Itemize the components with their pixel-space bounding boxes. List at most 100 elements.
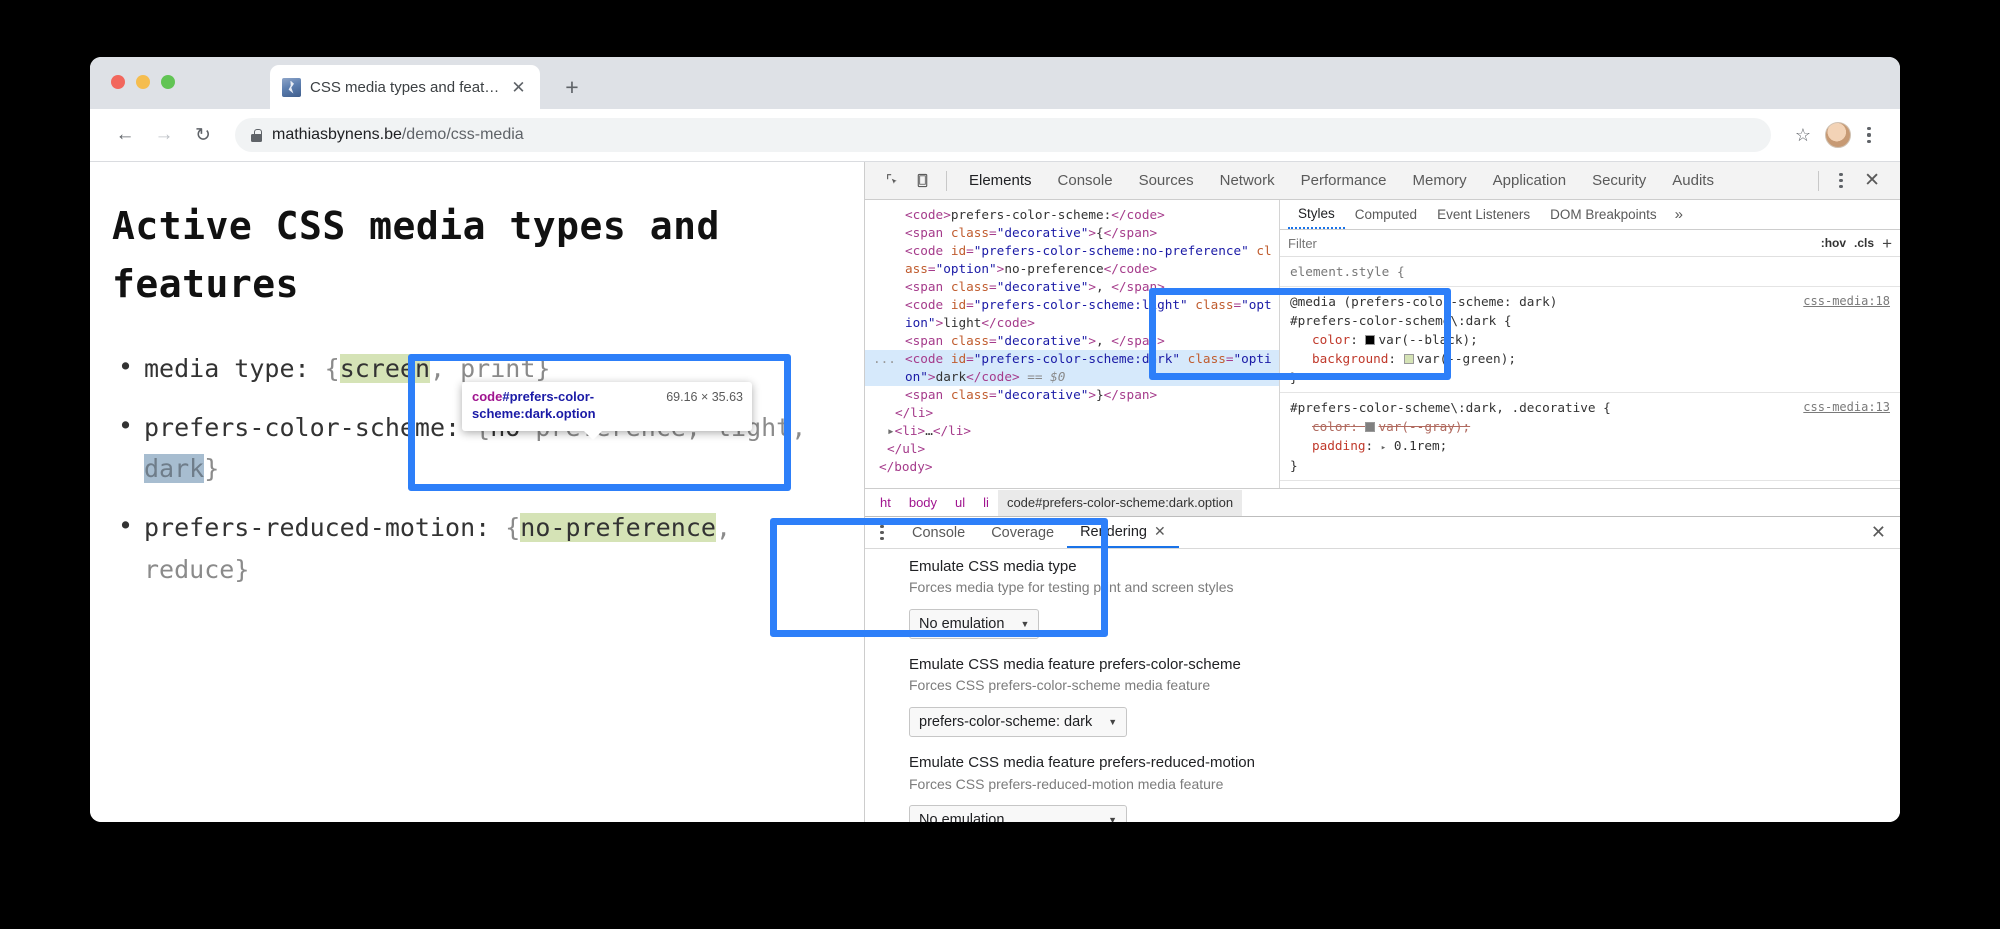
dom-line[interactable]: <code id="prefers-color-scheme:light" cl… (865, 296, 1279, 332)
dom-tree[interactable]: <code>prefers-color-scheme:</code> <span… (865, 200, 1280, 488)
tab-event-listeners[interactable]: Event Listeners (1427, 200, 1540, 229)
dom-line[interactable]: </ul> (865, 440, 1279, 458)
declaration-property[interactable]: color (1312, 419, 1350, 434)
drawer-tab-coverage[interactable]: Coverage (978, 517, 1067, 548)
minimize-window-button[interactable] (136, 75, 150, 89)
inspect-element-icon[interactable] (877, 167, 907, 195)
more-tabs-icon[interactable]: » (1667, 206, 1691, 223)
drawer-close-icon[interactable]: ✕ (1857, 522, 1900, 543)
declaration-value[interactable]: var(--gray); (1378, 419, 1470, 434)
tooltip-selector: code#prefers-color-scheme:dark.option (472, 389, 656, 423)
address-bar[interactable]: mathiasbynens.be/demo/css-media (235, 118, 1771, 152)
style-source-link[interactable]: css-media:18 (1803, 292, 1890, 310)
prefers-reduced-motion-select[interactable]: No emulation▼ (909, 805, 1127, 822)
devtools-toolbar: Elements Console Sources Network Perform… (865, 162, 1900, 200)
rule-selector[interactable]: #prefers-color-scheme\:dark { (1290, 311, 1892, 330)
css-rule-element-style[interactable]: element.style { (1280, 257, 1900, 287)
dom-line-collapsed[interactable]: ▸<li>…</li> (865, 422, 1279, 440)
close-window-button[interactable] (111, 75, 125, 89)
declaration-value[interactable]: var(--black); (1378, 332, 1477, 347)
breadcrumb-item-body[interactable]: body (900, 490, 946, 516)
declaration-value[interactable]: 0.1rem; (1394, 438, 1447, 453)
declaration[interactable]: color: var(--black); (1290, 330, 1892, 349)
tab-computed[interactable]: Computed (1345, 200, 1427, 229)
drawer-menu-icon[interactable] (871, 525, 893, 541)
color-swatch-icon[interactable] (1365, 422, 1375, 432)
css-rule[interactable]: user agent stylesheet code { (1280, 481, 1900, 488)
tab-memory[interactable]: Memory (1400, 162, 1480, 200)
tab-audits[interactable]: Audits (1659, 162, 1727, 200)
drawer-tab-rendering[interactable]: Rendering✕ (1067, 517, 1179, 548)
close-icon[interactable]: ✕ (1154, 523, 1166, 540)
dom-line[interactable]: <span class="decorative">{</span> (865, 224, 1279, 242)
tab-performance[interactable]: Performance (1288, 162, 1400, 200)
declaration-property[interactable]: color (1312, 332, 1350, 347)
dom-line[interactable]: <span class="decorative">}</span> (865, 386, 1279, 404)
dom-line[interactable]: <code id="prefers-color-scheme:no-prefer… (865, 242, 1279, 278)
devtools-main: <code>prefers-color-scheme:</code> <span… (865, 200, 1900, 488)
media-type-select[interactable]: No emulation▼ (909, 609, 1039, 639)
bookmark-star-icon[interactable]: ☆ (1786, 118, 1820, 152)
css-rule[interactable]: css-media:18 @media (prefers-color-schem… (1280, 287, 1900, 393)
breadcrumb-item-ul[interactable]: ul (946, 490, 974, 516)
color-swatch-icon[interactable] (1404, 354, 1414, 364)
reload-icon[interactable]: ↻ (186, 118, 220, 152)
declaration-property[interactable]: padding (1312, 438, 1365, 453)
new-tab-button[interactable]: + (560, 75, 584, 99)
style-source-link[interactable]: css-media:13 (1803, 398, 1890, 416)
force-state-button[interactable]: :hov (1821, 236, 1846, 250)
prefers-color-scheme-select[interactable]: prefers-color-scheme: dark▼ (909, 707, 1127, 737)
tab-security[interactable]: Security (1579, 162, 1659, 200)
tab-network[interactable]: Network (1207, 162, 1288, 200)
prefers-reduced-motion-label: prefers-reduced-motion: (144, 513, 490, 542)
browser-toolbar: ← → ↻ mathiasbynens.be/demo/css-media ☆ (90, 109, 1900, 162)
dom-line[interactable]: <code>prefers-color-scheme:</code> (865, 206, 1279, 224)
drawer-tab-console[interactable]: Console (899, 517, 978, 548)
setting-emulate-css-media-type: Emulate CSS media type Forces media type… (909, 557, 1900, 639)
color-swatch-icon[interactable] (1365, 335, 1375, 345)
dom-line[interactable]: </body> (865, 458, 1279, 476)
declaration-overridden[interactable]: color: var(--gray); (1290, 417, 1892, 436)
setting-emulate-prefers-color-scheme: Emulate CSS media feature prefers-color-… (909, 655, 1900, 737)
close-tab-icon[interactable]: ✕ (509, 78, 528, 97)
rule-close-brace: } (1290, 368, 1892, 387)
tab-console[interactable]: Console (1045, 162, 1126, 200)
breadcrumb-item-li[interactable]: li (974, 490, 998, 516)
address-bar-url: mathiasbynens.be/demo/css-media (272, 126, 524, 144)
breadcrumb-item-code[interactable]: code#prefers-color-scheme:dark.option (998, 490, 1242, 516)
rule-selector[interactable]: #prefers-color-scheme\:dark, .decorative… (1290, 398, 1892, 417)
rendering-settings: Emulate CSS media type Forces media type… (865, 549, 1900, 822)
new-style-rule-button[interactable]: + (1882, 235, 1892, 252)
declaration-property[interactable]: background (1312, 351, 1388, 366)
devtools-close-icon[interactable]: ✕ (1854, 171, 1890, 190)
devtools-menu-icon[interactable] (1828, 168, 1854, 194)
dom-line[interactable]: <span class="decorative">, </span> (865, 332, 1279, 350)
device-toolbar-icon[interactable] (907, 167, 937, 195)
dom-line[interactable]: <span class="decorative">, </span> (865, 278, 1279, 296)
back-icon[interactable]: ← (108, 118, 142, 152)
dom-line-selected[interactable]: ...<code id="prefers-color-scheme:dark" … (865, 350, 1279, 386)
tab-styles[interactable]: Styles (1288, 200, 1345, 229)
dom-line[interactable]: </li> (865, 404, 1279, 422)
styles-filter-input[interactable] (1288, 236, 1813, 251)
breadcrumb-item-html[interactable]: ht (871, 490, 900, 516)
declaration[interactable]: background: var(--green); (1290, 349, 1892, 368)
browser-tab[interactable]: CSS media types and features ✕ (270, 65, 540, 109)
profile-avatar[interactable] (1825, 122, 1851, 148)
browser-menu-icon[interactable] (1856, 122, 1882, 148)
css-rule[interactable]: css-media:13 #prefers-color-scheme\:dark… (1280, 393, 1900, 481)
tab-application[interactable]: Application (1480, 162, 1579, 200)
tab-elements[interactable]: Elements (956, 162, 1045, 200)
setting-description: Forces CSS prefers-color-scheme media fe… (909, 676, 1900, 695)
tab-sources[interactable]: Sources (1126, 162, 1207, 200)
element-classes-button[interactable]: .cls (1854, 236, 1874, 250)
forward-icon[interactable]: → (147, 118, 181, 152)
declaration-value[interactable]: var(--green); (1417, 351, 1516, 366)
value-no: no- (520, 513, 565, 542)
declaration[interactable]: padding: ▸ 0.1rem; (1290, 436, 1892, 456)
setting-emulate-prefers-reduced-motion: Emulate CSS media feature prefers-reduce… (909, 753, 1900, 822)
setting-description: Forces CSS prefers-reduced-motion media … (909, 775, 1900, 794)
tab-dom-breakpoints[interactable]: DOM Breakpoints (1540, 200, 1667, 229)
maximize-window-button[interactable] (161, 75, 175, 89)
value-dark: dark (144, 454, 204, 483)
